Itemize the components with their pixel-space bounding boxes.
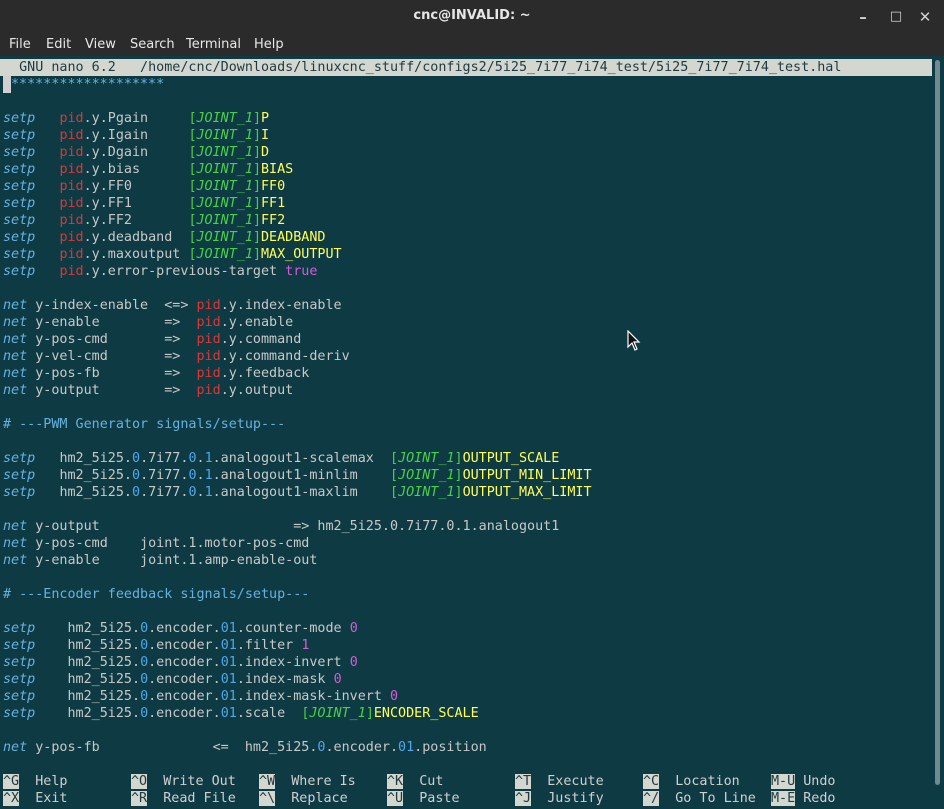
menu-edit[interactable]: Edit xyxy=(46,37,71,52)
hal-setp-line: setp pid.y.bias [JOINT_1]BIAS xyxy=(3,162,294,177)
hal-setp-line: setp pid.y.FF1 [JOINT_1]FF1 xyxy=(3,196,286,211)
hal-net-line: net y-output => pid.y.output xyxy=(3,383,294,398)
shortcut-paste[interactable]: ^U Paste xyxy=(387,790,460,807)
hal-net-line: net y-pos-fb => pid.y.feedback xyxy=(3,366,310,381)
title-bar: cnc@INVALID: ~ – □ ✕ xyxy=(0,0,944,34)
hal-setp-line: setp pid.y.maxoutput [JOINT_1]MAX_OUTPUT xyxy=(3,247,342,262)
menu-terminal[interactable]: Terminal xyxy=(186,37,241,52)
mouse-pointer-icon xyxy=(627,330,641,351)
shortcut-cut[interactable]: ^K Cut xyxy=(387,773,443,790)
shortcut-write-out[interactable]: ^O Write Out xyxy=(131,773,236,790)
partial-line: ******************* xyxy=(11,77,165,92)
hal-setp-line: setp pid.y.deadband [JOINT_1]DEADBAND xyxy=(3,230,326,245)
maximize-icon[interactable]: □ xyxy=(885,6,907,28)
menu-help[interactable]: Help xyxy=(254,37,284,52)
hal-setp-line: setp hm2_5i25.0.encoder.01.scale [JOINT_… xyxy=(3,706,479,721)
shortcut-location[interactable]: ^C Location xyxy=(643,773,740,790)
menu-view[interactable]: View xyxy=(85,37,116,52)
minimize-icon[interactable]: – xyxy=(852,6,874,28)
hal-net-line: net y-pos-cmd => pid.y.command xyxy=(3,332,302,347)
text-cursor xyxy=(3,76,11,93)
shortcut-undo[interactable]: M-U Undo xyxy=(771,773,836,790)
shortcut-exit[interactable]: ^X Exit xyxy=(3,790,68,807)
menu-bar: File Edit View Search Terminal Help xyxy=(0,34,944,56)
window-title: cnc@INVALID: ~ xyxy=(413,8,531,23)
terminal-editor[interactable]: GNU nano 6.2 /home/cnc/Downloads/linuxcn… xyxy=(0,56,932,809)
hal-setp-line: setp hm2_5i25.0.encoder.01.index-mask-in… xyxy=(3,689,399,704)
hal-setp-line: setp pid.y.FF0 [JOINT_1]FF0 xyxy=(3,179,286,194)
hal-setp-line: setp hm2_5i25.0.encoder.01.index-invert … xyxy=(3,655,358,670)
hal-setp-line: setp hm2_5i25.0.7i77.0.1.analogout1-maxl… xyxy=(3,485,592,500)
shortcut-where-is[interactable]: ^W Where Is xyxy=(259,773,356,790)
menu-search[interactable]: Search xyxy=(130,37,175,52)
shortcut-redo[interactable]: M-E Redo xyxy=(771,790,836,807)
hal-setp-line: setp hm2_5i25.0.7i77.0.1.analogout1-scal… xyxy=(3,451,560,466)
shortcut-read-file[interactable]: ^R Read File xyxy=(131,790,236,807)
hal-setp-line: setp hm2_5i25.0.encoder.01.filter 1 xyxy=(3,638,310,653)
shortcut-replace[interactable]: ^\ Replace xyxy=(259,790,348,807)
hal-net-line: net y-pos-cmd joint.1.motor-pos-cmd xyxy=(3,536,310,551)
shortcut-help[interactable]: ^G Help xyxy=(3,773,68,790)
scrollbar-thumb[interactable] xyxy=(935,60,940,785)
hal-net-line: net y-vel-cmd => pid.y.command-deriv xyxy=(3,349,350,364)
shortcut-go-to-line[interactable]: ^/ Go To Line xyxy=(643,790,756,807)
hal-net-line: net y-pos-fb <= hm2_5i25.0.encoder.01.po… xyxy=(3,740,487,755)
hal-setp-line: setp hm2_5i25.0.encoder.01.counter-mode … xyxy=(3,621,358,636)
hal-net-line: net y-index-enable <=> pid.y.index-enabl… xyxy=(3,298,342,313)
hal-net-line: net y-output => hm2_5i25.0.7i77.0.1.anal… xyxy=(3,519,560,534)
hal-setp-line: setp pid.y.Pgain [JOINT_1]P xyxy=(3,111,270,126)
hal-setp-line: setp pid.y.Dgain [JOINT_1]D xyxy=(3,145,270,160)
hal-setp-line: setp hm2_5i25.0.7i77.0.1.analogout1-minl… xyxy=(3,468,592,483)
comment-line: # ---Encoder feedback signals/setup--- xyxy=(3,587,310,602)
menu-file[interactable]: File xyxy=(9,37,31,52)
hal-setp-line: setp pid.y.Igain [JOINT_1]I xyxy=(3,128,270,143)
hal-setp-line: setp pid.y.FF2 [JOINT_1]FF2 xyxy=(3,213,286,228)
hal-net-line: net y-enable joint.1.amp-enable-out xyxy=(3,553,318,568)
hal-setp-line: setp pid.y.error-previous-target true xyxy=(3,264,318,279)
shortcut-execute[interactable]: ^T Execute xyxy=(515,773,604,790)
comment-line: # ---PWM Generator signals/setup--- xyxy=(3,417,286,432)
shortcut-justify[interactable]: ^J Justify xyxy=(515,790,604,807)
hal-setp-line: setp hm2_5i25.0.encoder.01.index-mask 0 xyxy=(3,672,342,687)
nano-header: GNU nano 6.2 /home/cnc/Downloads/linuxcn… xyxy=(3,60,842,75)
hal-net-line: net y-enable => pid.y.enable xyxy=(3,315,294,330)
close-icon[interactable]: ✕ xyxy=(914,6,936,28)
